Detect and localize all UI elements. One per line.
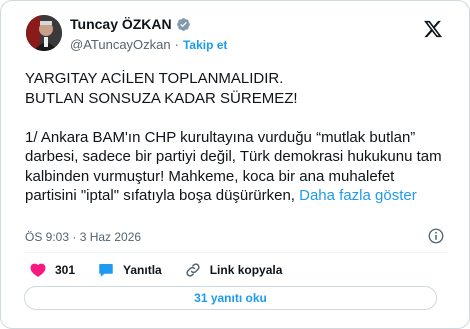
x-logo-icon[interactable] (423, 19, 443, 39)
read-replies-label: 31 yanıtı oku (194, 291, 267, 305)
tweet-timestamp[interactable]: ÖS 9:03 · 3 Haz 2026 (25, 230, 141, 244)
handle-row: @ATuncayOzkan · Takip et (70, 37, 227, 52)
reply-bubble-icon (99, 264, 113, 277)
like-button[interactable]: 301 (29, 261, 75, 279)
info-icon[interactable] (427, 227, 445, 245)
copy-link-button[interactable]: Link kopyala (184, 261, 283, 279)
reply-label: Yanıtla (123, 263, 162, 277)
like-count: 301 (55, 263, 76, 277)
tweet-body: YARGITAY ACİLEN TOPLANMALIDIR. BUTLAN SO… (25, 69, 450, 206)
follow-button[interactable]: Takip et (183, 38, 227, 52)
reply-button[interactable]: Yanıtla (97, 261, 162, 279)
separator-dot: · (174, 37, 179, 52)
divider (25, 252, 447, 253)
copy-link-label: Link kopyala (209, 263, 283, 277)
avatar[interactable] (26, 15, 62, 51)
tweet-text: YARGITAY ACİLEN TOPLANMALIDIR. BUTLAN SO… (25, 70, 442, 204)
show-more-link[interactable]: Daha fazla göster (299, 187, 417, 204)
name-row: Tuncay ÖZKAN (70, 16, 191, 32)
author-display-name[interactable]: Tuncay ÖZKAN (70, 16, 172, 32)
heart-icon (30, 263, 46, 277)
tweet-card: Tuncay ÖZKAN @ATuncayOzkan · Takip et YA… (0, 0, 470, 329)
verified-badge-icon (176, 17, 190, 31)
tweet-meta: ÖS 9:03 · 3 Haz 2026 (25, 227, 445, 245)
author-handle[interactable]: @ATuncayOzkan (70, 37, 171, 52)
action-bar: 301 Yanıtla Link kopyala (29, 261, 304, 279)
link-icon (186, 263, 200, 277)
tweet-header: Tuncay ÖZKAN @ATuncayOzkan · Takip et (26, 15, 449, 57)
read-replies-button[interactable]: 31 yanıtı oku (24, 286, 437, 310)
